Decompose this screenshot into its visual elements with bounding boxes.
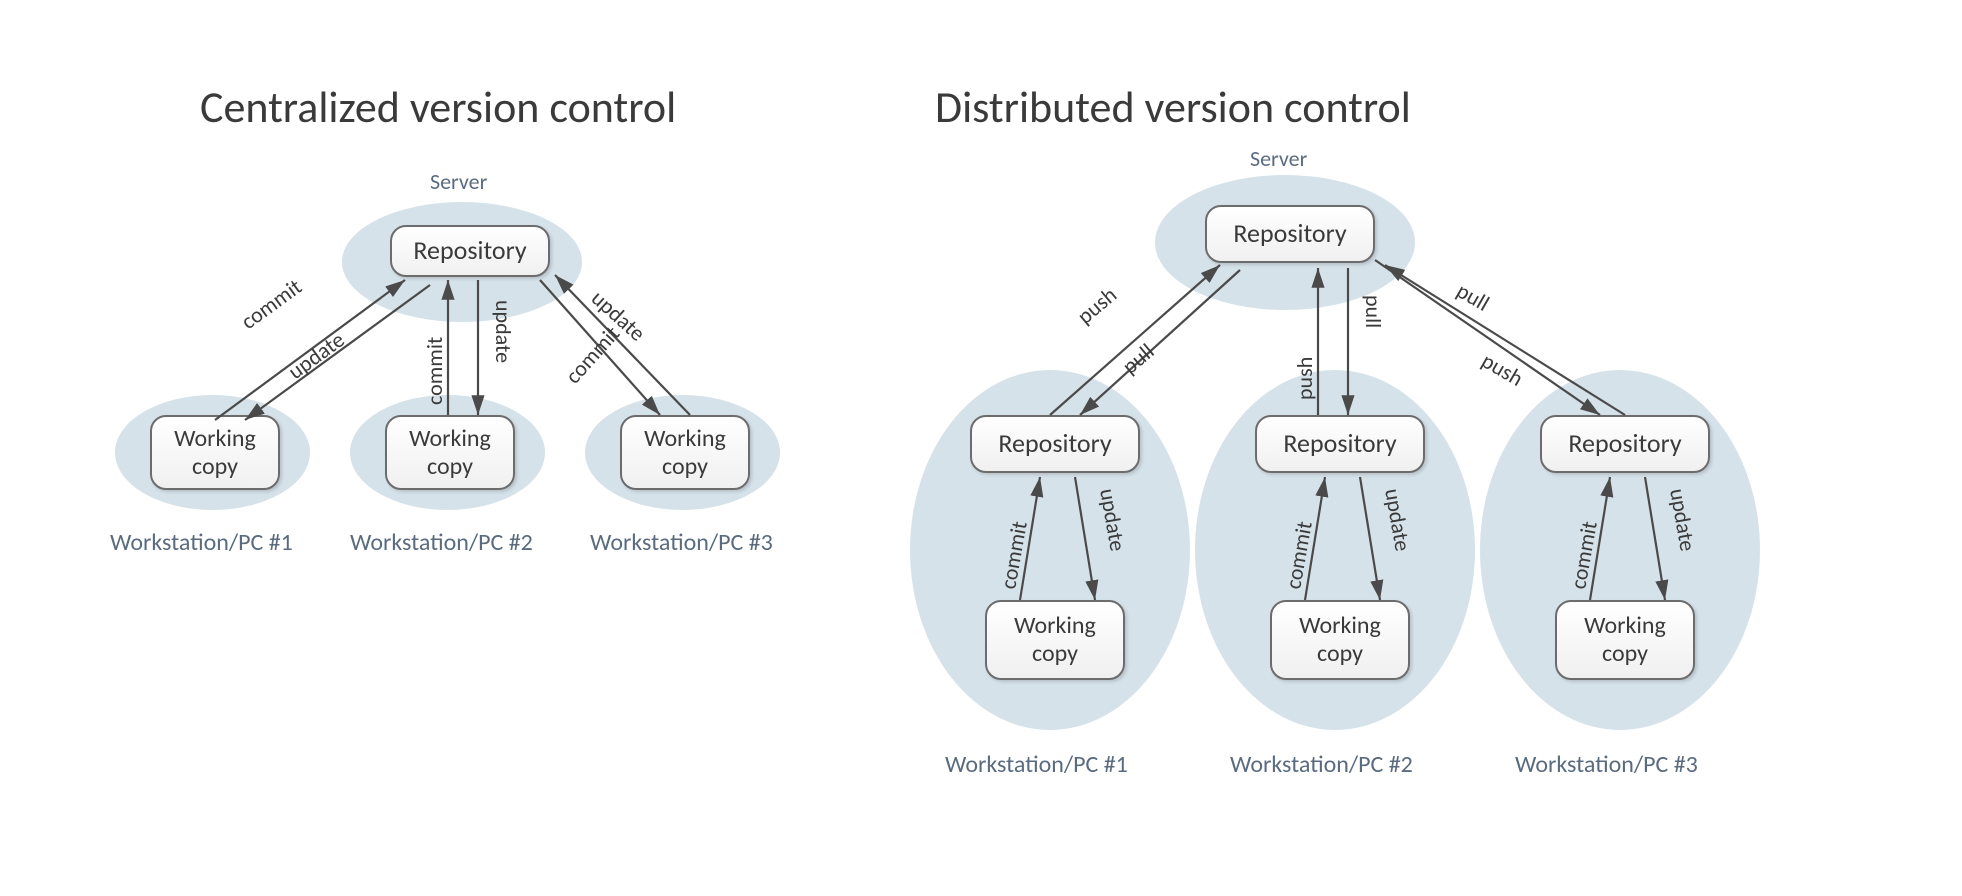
distributed-ws1-pull-label: pull bbox=[1117, 338, 1160, 380]
centralized-ws1-caption: Workstation/PC #1 bbox=[110, 528, 293, 557]
centralized-wc3-node: Workingcopy bbox=[620, 415, 750, 490]
centralized-ws3-update-arrow bbox=[540, 280, 660, 415]
distributed-ws3-push-label: push bbox=[1477, 347, 1528, 392]
distributed-repo1-node: Repository bbox=[970, 415, 1140, 473]
distributed-title: Distributed version control bbox=[935, 80, 1411, 134]
distributed-ws1-push-label: push bbox=[1072, 281, 1123, 330]
distributed-wc1-node: Workingcopy bbox=[985, 600, 1125, 680]
centralized-server-label: Server bbox=[430, 168, 487, 195]
distributed-server-repo-node: Repository bbox=[1205, 205, 1375, 263]
distributed-wc2-node: Workingcopy bbox=[1270, 600, 1410, 680]
distributed-server-label: Server bbox=[1250, 145, 1307, 172]
distributed-repo3-node: Repository bbox=[1540, 415, 1710, 473]
centralized-ws1-commit-label: commit bbox=[236, 273, 307, 335]
centralized-wc1-node: Workingcopy bbox=[150, 415, 280, 490]
centralized-ws1-update-label: update bbox=[283, 326, 350, 385]
centralized-ws2-caption: Workstation/PC #2 bbox=[350, 528, 533, 557]
distributed-ws2-caption: Workstation/PC #2 bbox=[1230, 750, 1413, 779]
diagram-canvas: { "centralized": { "title": "Centralized… bbox=[0, 0, 1962, 896]
distributed-ws3-caption: Workstation/PC #3 bbox=[1515, 750, 1698, 779]
distributed-ws1-caption: Workstation/PC #1 bbox=[945, 750, 1128, 779]
centralized-ws3-caption: Workstation/PC #3 bbox=[590, 528, 773, 557]
distributed-ws2-pull-label: pull bbox=[1360, 295, 1387, 328]
centralized-ws3-update-label: update bbox=[586, 284, 651, 346]
distributed-ws3-pull-label: pull bbox=[1452, 277, 1494, 317]
centralized-ws3-commit-label: commit bbox=[559, 320, 625, 389]
distributed-repo2-node: Repository bbox=[1255, 415, 1425, 473]
centralized-title: Centralized version control bbox=[200, 80, 676, 134]
distributed-wc3-node: Workingcopy bbox=[1555, 600, 1695, 680]
centralized-ws3-commit-arrow bbox=[555, 275, 690, 415]
centralized-repo-node: Repository bbox=[390, 225, 550, 277]
centralized-wc2-node: Workingcopy bbox=[385, 415, 515, 490]
